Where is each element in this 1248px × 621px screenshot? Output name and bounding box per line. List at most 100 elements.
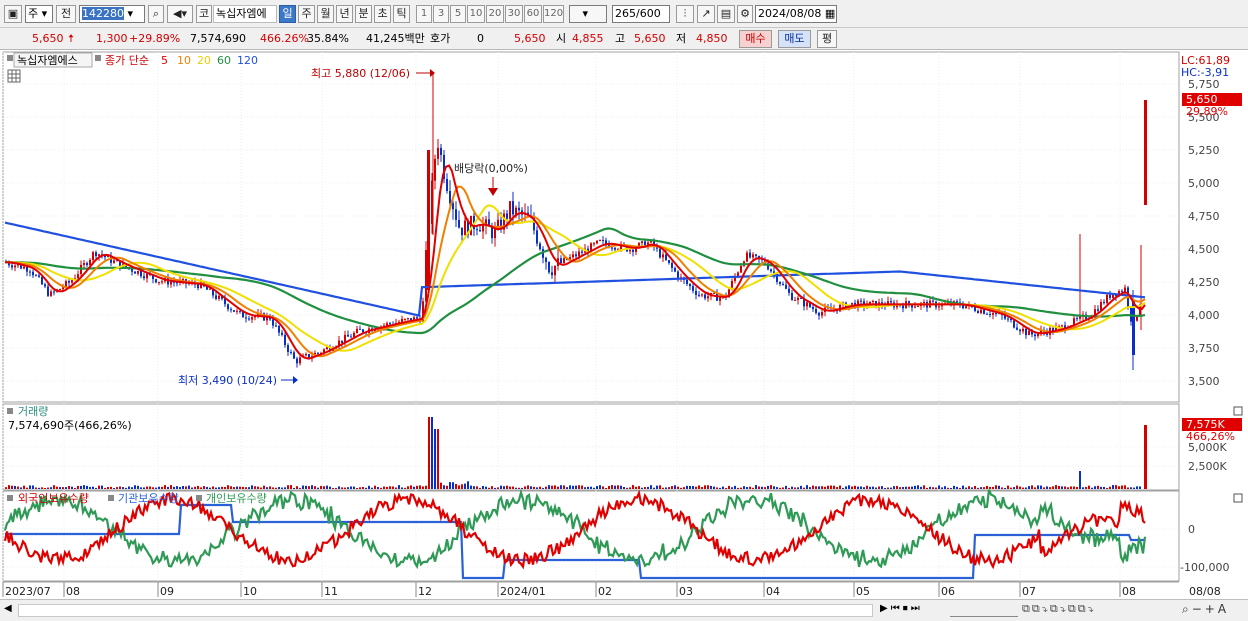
volume-bar — [14, 485, 16, 489]
tool-icons[interactable]: ⧉⧉⤵⧉⤵⧉⧉⤵ — [1022, 602, 1096, 616]
ma20-label: 20 — [197, 54, 211, 67]
holdings-panel-close-icon[interactable] — [1233, 493, 1243, 503]
gear-icon[interactable]: ⚙ — [737, 5, 753, 23]
interval-custom-select[interactable]: ▾ — [569, 5, 607, 23]
volume-bar — [893, 486, 895, 489]
interval-button-30[interactable]: 30 — [505, 5, 523, 23]
interval-button-20[interactable]: 20 — [486, 5, 504, 23]
search-icon[interactable]: ⌕ — [148, 5, 164, 23]
market-badge: 코 — [196, 5, 212, 23]
buy-button[interactable]: 매수 — [739, 30, 772, 48]
interval-button-1[interactable]: 1 — [416, 5, 432, 23]
candle-body — [740, 265, 742, 273]
volume-bar — [245, 487, 247, 489]
period-button-6[interactable]: 틱 — [393, 5, 410, 23]
volume-bar — [827, 485, 829, 489]
sell-button[interactable]: 매도 — [778, 30, 811, 48]
period-button-4[interactable]: 분 — [355, 5, 372, 23]
prev-button[interactable]: 전 — [56, 5, 76, 23]
candle-type-icon[interactable]: ⫶ — [676, 5, 694, 23]
volume-panel-close-icon[interactable] — [1233, 406, 1243, 416]
candle-body — [1121, 291, 1123, 293]
zoom-icons[interactable]: ⌕−+A — [1182, 602, 1229, 617]
period-button-2[interactable]: 월 — [317, 5, 334, 23]
candle-body — [137, 270, 139, 274]
volume-bar — [191, 487, 193, 489]
horizontal-scrollbar[interactable] — [18, 604, 873, 617]
volume-bar — [926, 487, 928, 489]
volume-bar — [758, 486, 760, 489]
volume-bar — [1070, 486, 1072, 489]
volume-bar — [899, 487, 901, 489]
sound-icon[interactable]: ◀▾ — [167, 5, 193, 23]
candle-body — [68, 281, 70, 283]
volume-bar — [98, 485, 100, 489]
date-input[interactable]: 2024/08/08 ▦ — [755, 5, 837, 23]
volume-bar — [722, 486, 724, 489]
volume-title: 거래량 — [18, 405, 48, 418]
table-toggle-icon[interactable] — [7, 69, 21, 83]
period-button-5[interactable]: 초 — [374, 5, 391, 23]
playback-controls[interactable]: ▶⏮⏹⏭ — [880, 603, 923, 614]
volume-bar — [47, 487, 49, 489]
volume-bar — [974, 485, 976, 489]
hoga-value: 0 — [477, 32, 484, 45]
candle-body — [278, 325, 280, 333]
volume-bar — [383, 486, 385, 489]
volume-bar — [785, 485, 787, 489]
volume-bar — [815, 486, 817, 489]
interval-button-120[interactable]: 120 — [543, 5, 564, 23]
volume-bar — [518, 487, 520, 489]
volume-bar — [287, 485, 289, 489]
zoom-slider[interactable] — [950, 603, 1018, 617]
candle-body — [1007, 318, 1009, 320]
volume-bar — [404, 487, 406, 489]
stock-code-input[interactable]: 142280 ▾ — [79, 5, 145, 23]
market-type-select[interactable]: 주 ▾ — [25, 5, 53, 23]
avg-price-button[interactable]: 평 — [817, 30, 837, 48]
period-button-1[interactable]: 주 — [298, 5, 315, 23]
volume-bar — [215, 487, 217, 489]
x-axis-label: 02 — [598, 585, 612, 598]
interval-button-60[interactable]: 60 — [524, 5, 542, 23]
candle-body — [509, 201, 511, 219]
volume-bar — [512, 486, 514, 489]
candle-body — [437, 147, 439, 159]
volume-bar — [896, 485, 898, 489]
candle-body — [251, 317, 253, 320]
scroll-left-icon[interactable]: ◀ — [4, 603, 16, 617]
period-button-3[interactable]: 년 — [336, 5, 353, 23]
interval-button-3[interactable]: 3 — [433, 5, 449, 23]
volume-bar — [491, 486, 493, 489]
volume-bar — [275, 487, 277, 489]
open-label: 시 — [556, 32, 567, 45]
ma60-label: 60 — [217, 54, 231, 67]
indicator-icon[interactable]: ↗ — [697, 5, 715, 23]
volume-bar — [1115, 485, 1117, 489]
volume-bar — [665, 487, 667, 489]
candle-body — [401, 319, 403, 322]
candle-body — [956, 301, 958, 303]
volume-bar — [155, 487, 157, 489]
volume-bar — [791, 486, 793, 489]
volume-bar — [53, 485, 55, 489]
window-menu-icon[interactable]: ▣ — [4, 5, 22, 23]
interval-button-5[interactable]: 5 — [450, 5, 466, 23]
volume-bar — [1109, 486, 1111, 489]
volume-bar — [647, 486, 649, 489]
data-count-input[interactable]: 265/600 — [612, 5, 670, 23]
candle-body — [629, 249, 631, 252]
chart-area[interactable]: 5,750 5,500 5,250 5,000 4,750 4,500 4,250 4,000… — [0, 50, 1248, 603]
volume-bar — [476, 486, 478, 489]
volume-bar — [584, 487, 586, 489]
volume-bar — [239, 486, 241, 489]
volume-bar — [542, 487, 544, 489]
period-button-0[interactable]: 일 — [279, 5, 296, 23]
save-icon[interactable]: ▤ — [717, 5, 735, 23]
volume-bar — [413, 486, 415, 489]
volume-bar — [374, 485, 376, 489]
volume-bar — [290, 485, 292, 489]
candle-body — [698, 294, 700, 296]
interval-button-10[interactable]: 10 — [467, 5, 485, 23]
volume-bar — [152, 487, 154, 489]
